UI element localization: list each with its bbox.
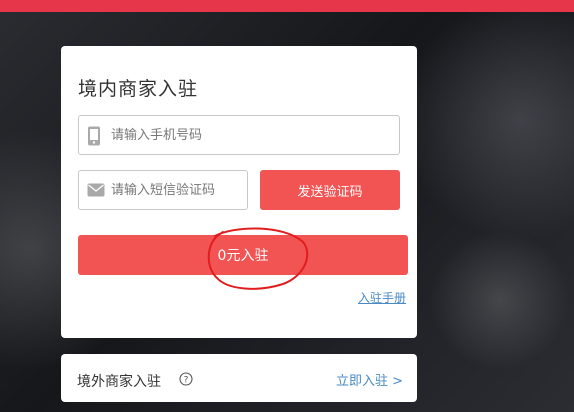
signup-manual-link[interactable]: 入驻手册 (358, 289, 406, 306)
phone-icon (87, 126, 101, 150)
phone-field[interactable] (78, 115, 400, 155)
overseas-signup-card: 境外商家入驻 ? 立即入驻 > (61, 354, 417, 402)
send-code-button[interactable]: 发送验证码 (260, 170, 400, 210)
top-bar (0, 0, 574, 12)
free-signup-button[interactable]: 0元入驻 (78, 235, 408, 275)
card-title: 境内商家入驻 (78, 78, 199, 100)
svg-text:?: ? (184, 376, 189, 386)
sms-code-field[interactable] (78, 170, 248, 210)
sms-code-input[interactable] (111, 171, 239, 209)
overseas-title: 境外商家入驻 (77, 374, 161, 390)
domestic-signup-card: 境内商家入驻 发送验证码 0元入驻 入驻手册 (61, 46, 417, 338)
overseas-signup-link[interactable]: 立即入驻 > (336, 370, 403, 389)
help-icon[interactable]: ? (179, 371, 193, 390)
phone-input[interactable] (111, 116, 391, 154)
message-icon (87, 181, 105, 201)
